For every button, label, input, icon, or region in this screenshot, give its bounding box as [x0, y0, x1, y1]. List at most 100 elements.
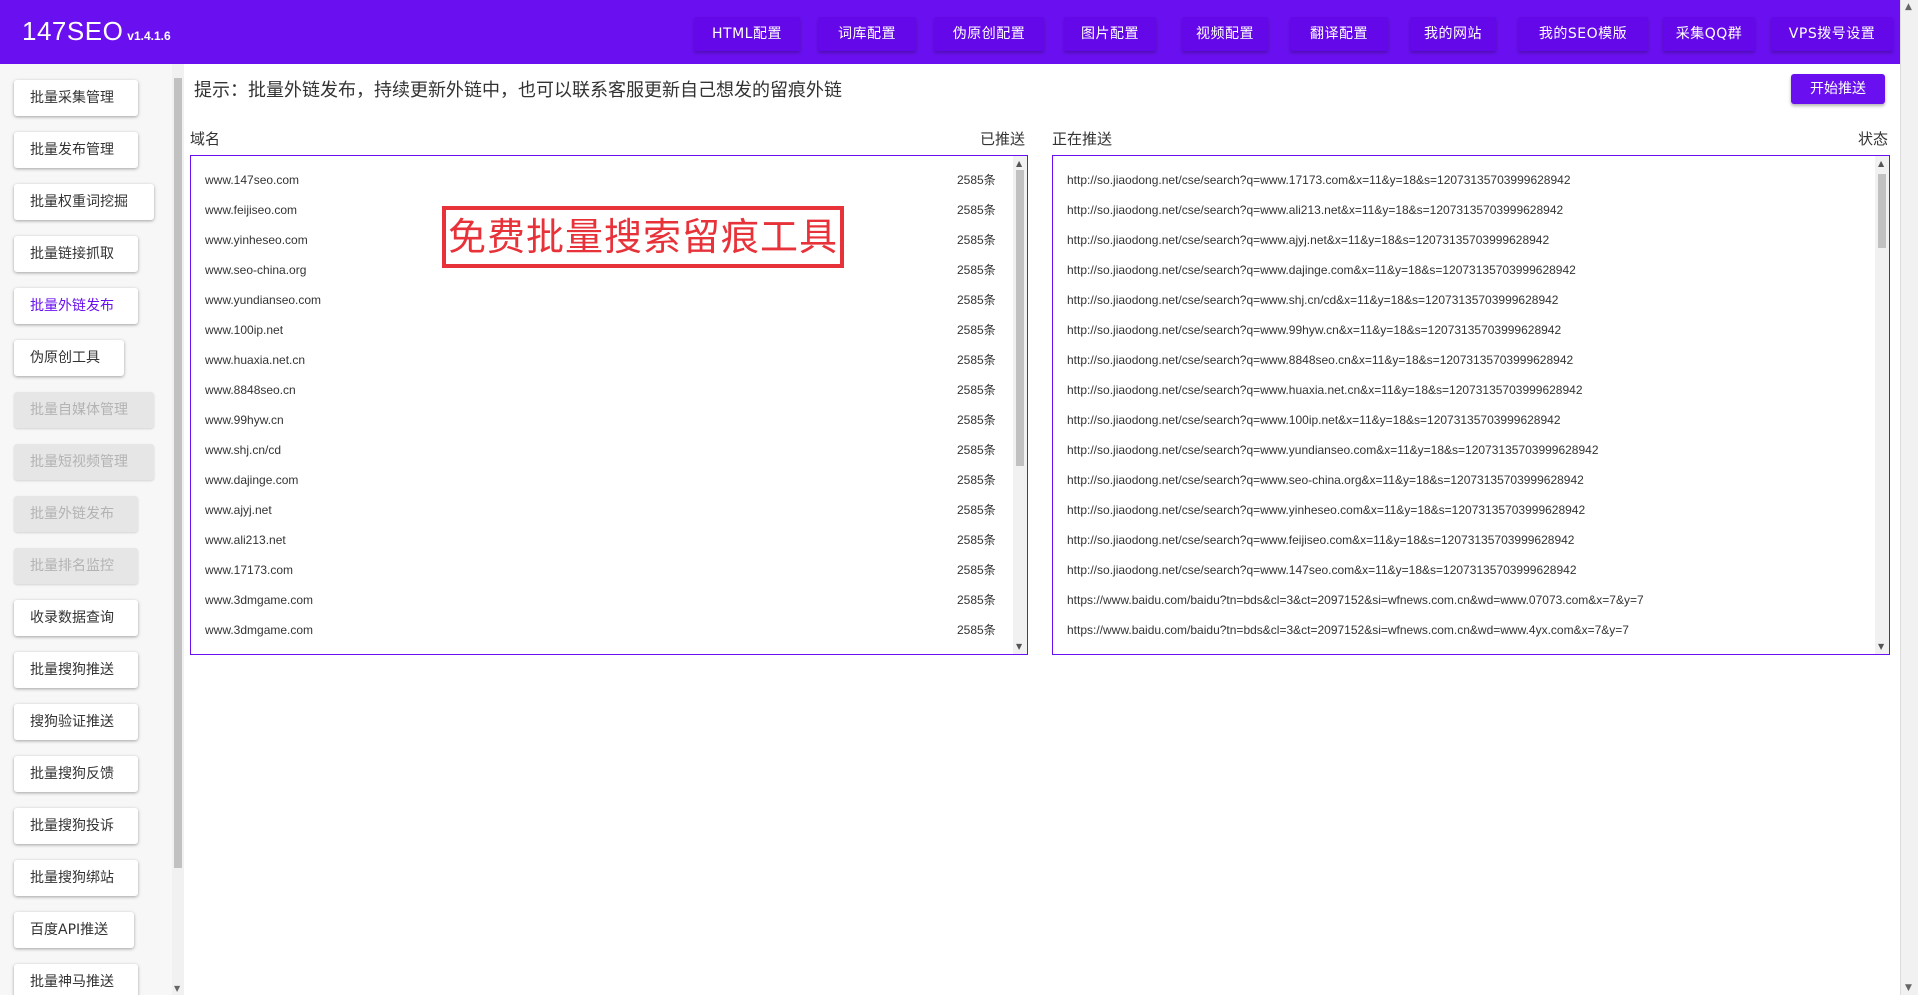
tip-text: 提示：批量外链发布，持续更新外链中，也可以联系客服更新自己想发的留痕外链 — [194, 80, 842, 101]
pushed-count: 2585条 — [957, 263, 996, 277]
sidebar-item: 批量短视频管理 — [14, 444, 154, 480]
pushed-count: 2585条 — [957, 203, 996, 217]
column-header-pushing: 正在推送 — [1052, 130, 1113, 148]
pushing-list-panel[interactable]: ▲ ▼ http://so.jiaodong.net/cse/search?q=… — [1052, 155, 1890, 655]
sidebar-item[interactable]: 伪原创工具 — [14, 340, 124, 376]
pushing-url-row: http://so.jiaodong.net/cse/search?q=www.… — [1067, 413, 1561, 427]
domain-row: www.8848seo.cn — [205, 383, 296, 397]
domain-row: www.100ip.net — [205, 323, 284, 337]
domain-row: www.dajinge.com — [205, 473, 299, 487]
pushed-count: 2585条 — [957, 413, 996, 427]
domain-row: www.seo-china.org — [205, 263, 307, 277]
pushed-count: 2585条 — [957, 623, 996, 637]
sidebar-item[interactable]: 批量搜狗绑站 — [14, 860, 138, 896]
scroll-up-icon[interactable]: ▲ — [1905, 2, 1912, 12]
pushing-url-row: http://so.jiaodong.net/cse/search?q=www.… — [1067, 293, 1559, 307]
pushed-count: 2585条 — [957, 173, 996, 187]
nav-item[interactable]: 视频配置 — [1182, 17, 1268, 51]
pushed-count: 2585条 — [957, 443, 996, 457]
pushed-count: 2585条 — [957, 323, 996, 337]
pushing-url-row: https://www.baidu.com/baidu?tn=bds&cl=3&… — [1067, 623, 1629, 637]
sidebar-item[interactable]: 批量采集管理 — [14, 80, 138, 116]
domain-row: www.ajyj.net — [205, 503, 272, 517]
sidebar-scrollbar[interactable]: ▼ — [172, 64, 184, 995]
nav-item[interactable]: 我的SEO模版 — [1518, 17, 1648, 51]
start-push-button[interactable]: 开始推送 — [1791, 74, 1885, 104]
pushing-list-scrollbar[interactable]: ▲ ▼ — [1875, 156, 1889, 654]
sidebar-scroll-thumb[interactable] — [174, 78, 182, 868]
domain-row: www.yinheseo.com — [205, 233, 308, 247]
sidebar-item[interactable]: 批量权重词挖掘 — [14, 184, 154, 220]
sidebar-scroll-down-icon[interactable]: ▼ — [174, 984, 180, 993]
domain-row: www.yundianseo.com — [205, 293, 322, 307]
pushing-url-row: http://so.jiaodong.net/cse/search?q=www.… — [1067, 353, 1574, 367]
pushed-count: 2585条 — [957, 293, 996, 307]
nav-item[interactable]: 采集QQ群 — [1663, 17, 1755, 51]
pushing-url-row: http://so.jiaodong.net/cse/search?q=www.… — [1067, 203, 1564, 217]
sidebar-item[interactable]: 搜狗验证推送 — [14, 704, 138, 740]
pushed-count: 2585条 — [957, 563, 996, 577]
scroll-down-icon[interactable]: ▼ — [1878, 642, 1884, 651]
domain-row: www.feijiseo.com — [205, 203, 298, 217]
column-header-pushed: 已推送 — [980, 130, 1026, 148]
column-header-status: 状态 — [1858, 130, 1889, 148]
scroll-down-icon[interactable]: ▼ — [1905, 983, 1912, 993]
sidebar-item[interactable]: 收录数据查询 — [14, 600, 138, 636]
sidebar-item[interactable]: 批量神马推送 — [14, 964, 138, 995]
pushing-url-row: http://so.jiaodong.net/cse/search?q=www.… — [1067, 503, 1586, 517]
pushed-count: 2585条 — [957, 533, 996, 547]
sidebar-item[interactable]: 批量搜狗投诉 — [14, 808, 138, 844]
domain-row: www.huaxia.net.cn — [205, 353, 306, 367]
domain-list-scroll-thumb[interactable] — [1016, 170, 1024, 466]
sidebar-item[interactable]: 百度API推送 — [14, 912, 134, 948]
pushing-url-row: http://so.jiaodong.net/cse/search?q=www.… — [1067, 233, 1550, 247]
sidebar-item[interactable]: 批量发布管理 — [14, 132, 138, 168]
sidebar: 批量采集管理 批量发布管理 批量权重词挖掘 批量链接抓取 批量外链发布 伪原创工具批量自媒… — [0, 64, 184, 995]
domain-row: www.shj.cn/cd — [205, 443, 282, 457]
nav-item[interactable]: VPS拨号设置 — [1771, 17, 1893, 51]
sidebar-item: 批量自媒体管理 — [14, 392, 154, 428]
nav-item[interactable]: 伪原创配置 — [934, 17, 1044, 51]
domain-row: www.3dmgame.com — [205, 623, 314, 637]
top-nav: HTML配置 词库配置 伪原创配置 图片配置 视频配置 翻译配置 我的网站 我的SEO模版 采集… — [0, 17, 1900, 51]
nav-item[interactable]: 图片配置 — [1064, 17, 1156, 51]
pushing-url-row: http://so.jiaodong.net/cse/search?q=www.… — [1067, 443, 1599, 457]
scroll-up-icon[interactable]: ▲ — [1016, 159, 1022, 168]
pushing-url-row: http://so.jiaodong.net/cse/search?q=www.… — [1067, 323, 1562, 337]
pushing-url-row: http://so.jiaodong.net/cse/search?q=www.… — [1067, 533, 1575, 547]
nav-item[interactable]: 我的网站 — [1410, 17, 1496, 51]
sidebar-item[interactable]: 批量链接抓取 — [14, 236, 138, 272]
domain-row: www.3dmgame.com — [205, 593, 314, 607]
pushed-count: 2585条 — [957, 233, 996, 247]
domain-row: www.ali213.net — [205, 533, 286, 547]
column-header-domain: 域名 — [190, 130, 221, 148]
nav-item[interactable]: 词库配置 — [818, 17, 916, 51]
domain-row: www.17173.com — [205, 563, 294, 577]
domain-row: www.147seo.com — [205, 173, 300, 187]
pushing-url-row: http://so.jiaodong.net/cse/search?q=www.… — [1067, 383, 1583, 397]
pushing-list-scroll-thumb[interactable] — [1878, 174, 1886, 248]
pushed-count: 2585条 — [957, 593, 996, 607]
pushed-count: 2585条 — [957, 383, 996, 397]
sidebar-item: 批量外链发布 — [14, 496, 138, 532]
sidebar-item[interactable]: 批量搜狗推送 — [14, 652, 138, 688]
pushed-count: 2585条 — [957, 503, 996, 517]
scroll-up-icon[interactable]: ▲ — [1878, 159, 1884, 168]
top-header: 147SEO v1.4.1.6 HTML配置 词库配置 伪原创配置 图片配置 视频配置 翻译… — [0, 0, 1900, 64]
sidebar-item[interactable]: 批量搜狗反馈 — [14, 756, 138, 792]
pushed-count: 2585条 — [957, 353, 996, 367]
promo-banner: 免费批量搜索留痕工具 — [442, 206, 844, 268]
pushed-count: 2585条 — [957, 473, 996, 487]
sidebar-item[interactable]: 批量外链发布 — [14, 288, 138, 324]
nav-item[interactable]: 翻译配置 — [1290, 17, 1388, 51]
window-scrollbar[interactable]: ▲ ▼ — [1900, 0, 1918, 995]
domain-row: www.99hyw.cn — [205, 413, 284, 427]
pushing-url-row: http://so.jiaodong.net/cse/search?q=www.… — [1067, 563, 1577, 577]
pushing-url-row: http://so.jiaodong.net/cse/search?q=www.… — [1067, 173, 1571, 187]
nav-item[interactable]: HTML配置 — [694, 17, 800, 51]
domain-list-scrollbar[interactable]: ▲ ▼ — [1013, 156, 1027, 654]
sidebar-item: 批量排名监控 — [14, 548, 138, 584]
pushing-url-row: https://www.baidu.com/baidu?tn=bds&cl=3&… — [1067, 593, 1644, 607]
scroll-down-icon[interactable]: ▼ — [1016, 642, 1022, 651]
pushing-url-row: http://so.jiaodong.net/cse/search?q=www.… — [1067, 263, 1576, 277]
